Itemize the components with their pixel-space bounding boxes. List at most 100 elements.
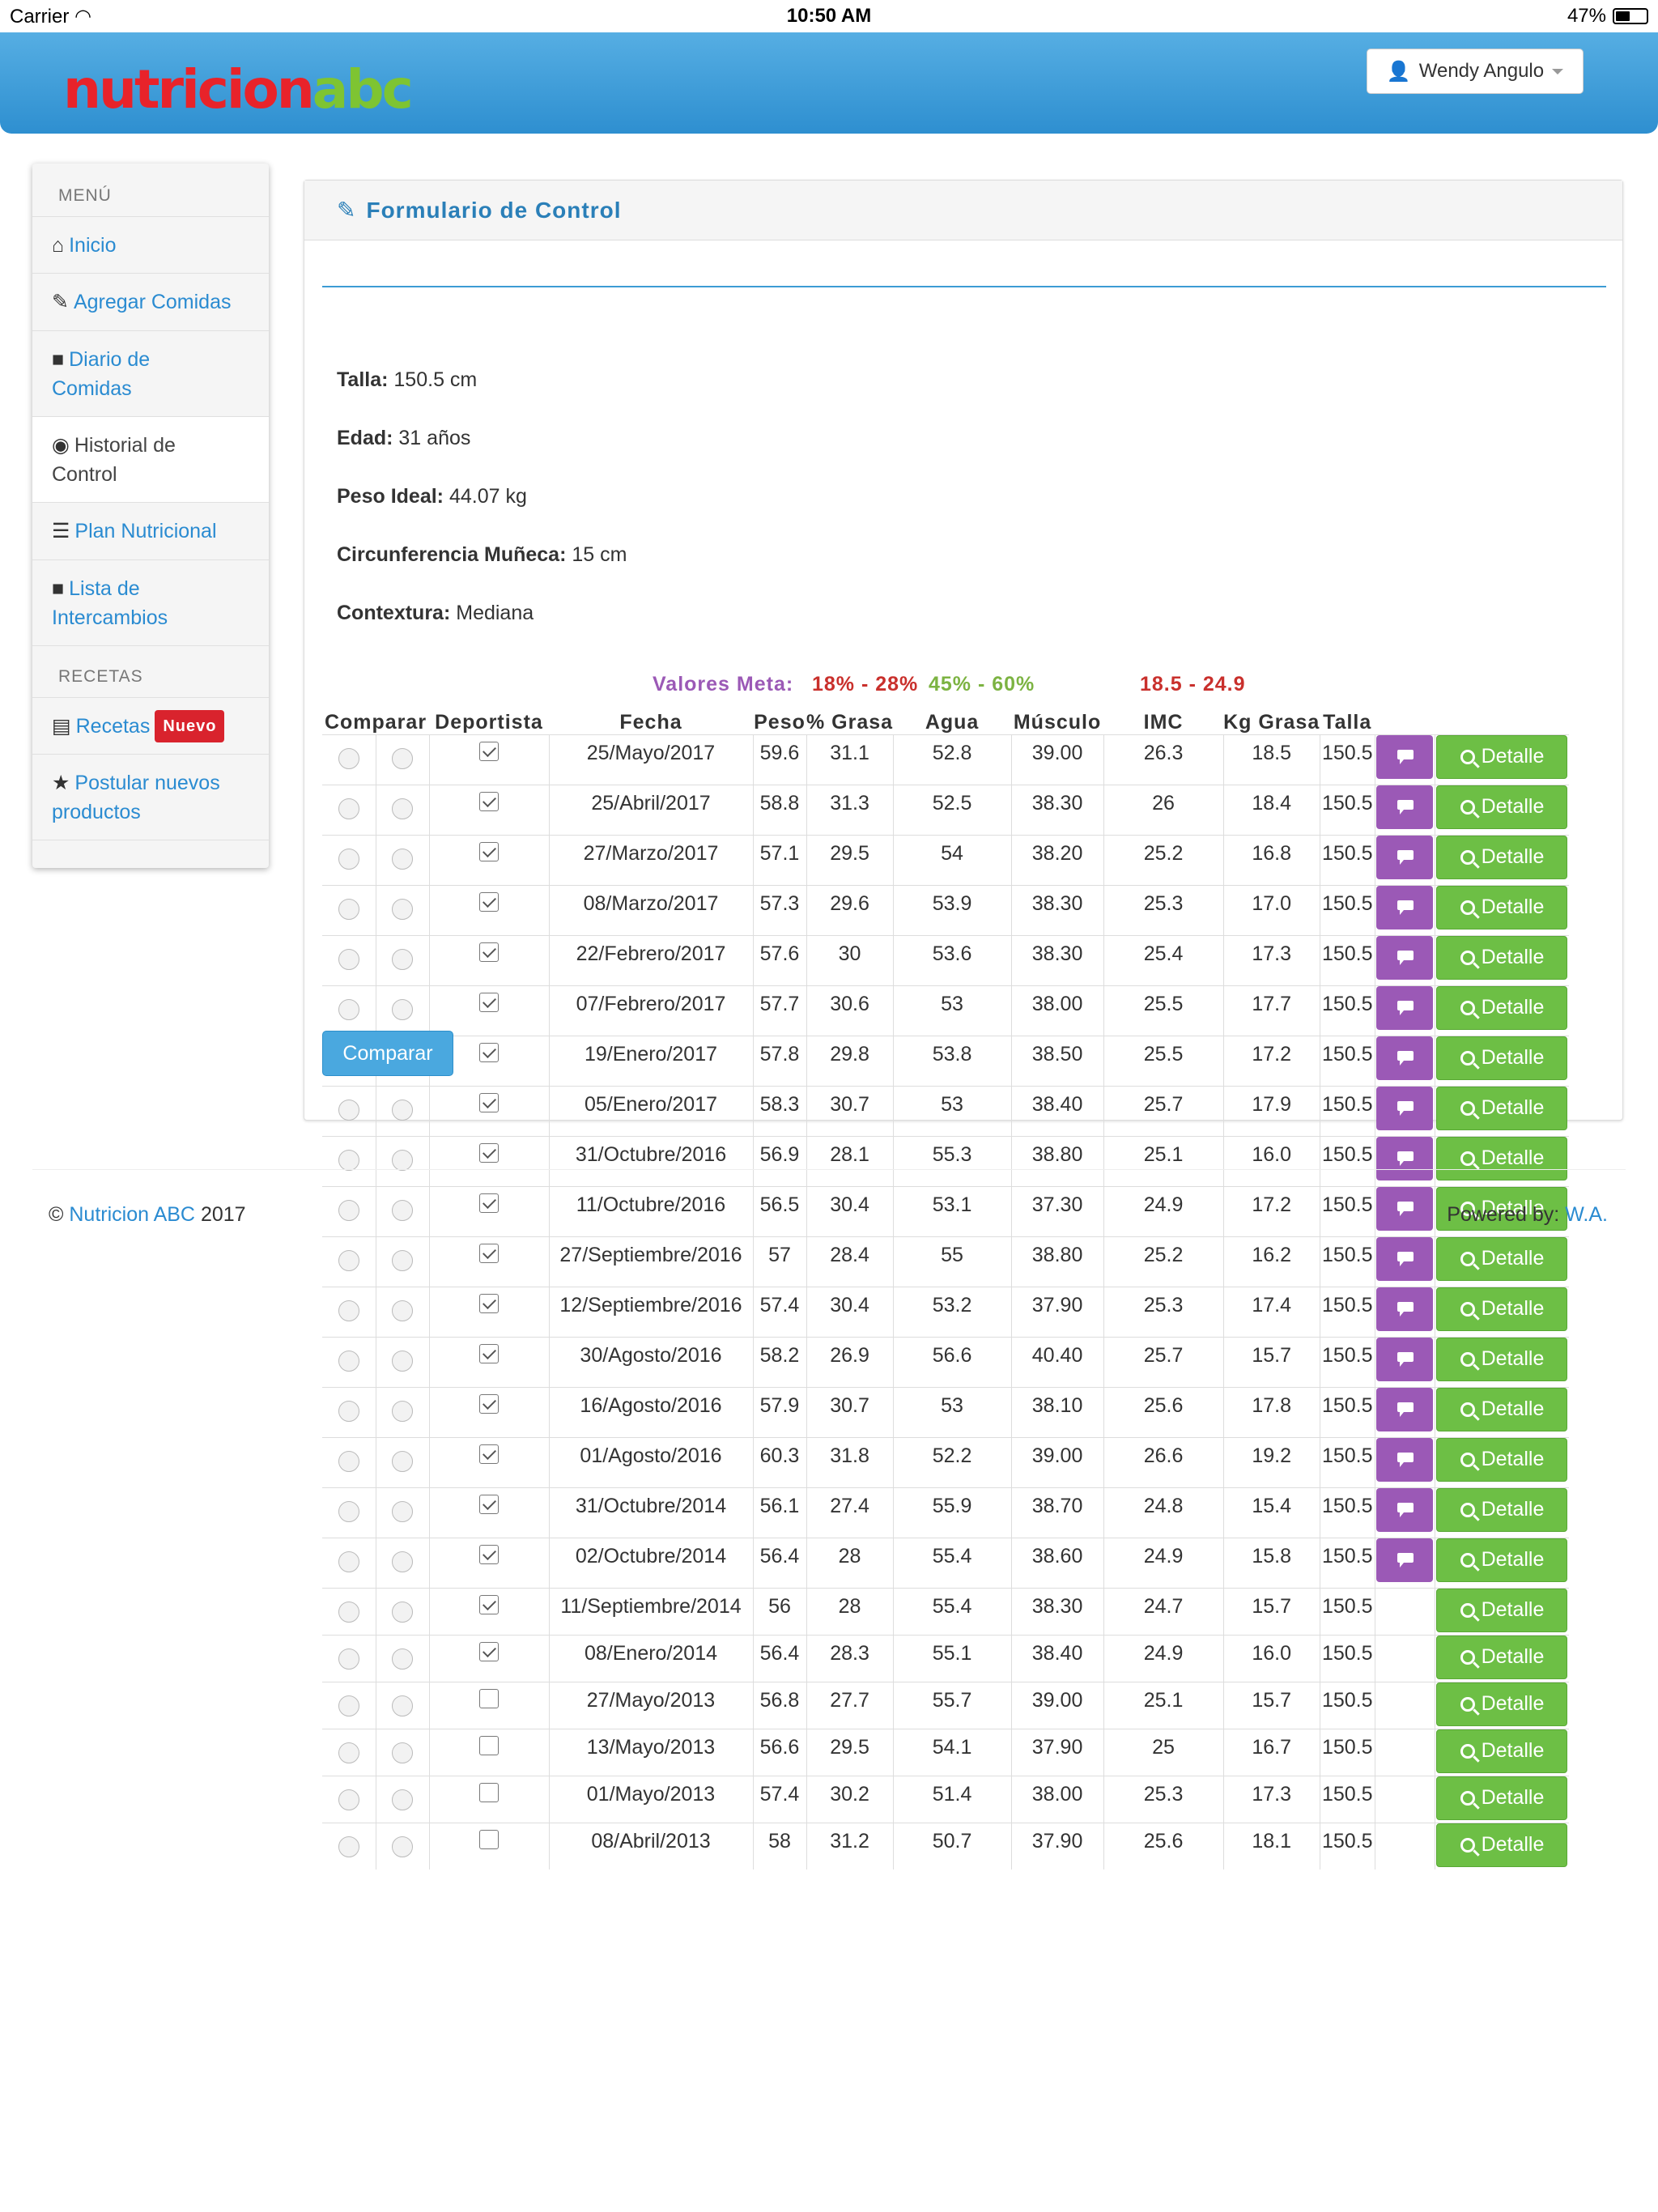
message-button[interactable] [1376,835,1434,879]
compare-radio-b[interactable] [392,1300,413,1321]
compare-radio-a[interactable] [338,1199,359,1221]
compare-radio-a[interactable] [338,1695,359,1716]
detail-button[interactable]: Detalle [1436,1337,1568,1381]
compare-radio-b[interactable] [392,1601,413,1623]
message-button[interactable] [1376,1487,1434,1532]
detail-button[interactable]: Detalle [1436,885,1568,929]
message-button[interactable] [1376,985,1434,1030]
deportista-checkbox[interactable] [479,1142,499,1163]
compare-radio-b[interactable] [392,1742,413,1763]
compare-radio-b[interactable] [392,948,413,970]
deportista-checkbox[interactable] [479,1092,499,1112]
message-button[interactable] [1376,1186,1434,1231]
detail-button[interactable]: Detalle [1436,1387,1568,1431]
compare-radio-a[interactable] [338,1601,359,1623]
compare-radio-b[interactable] [392,1789,413,1810]
compare-radio-a[interactable] [338,998,359,1020]
compare-radio-a[interactable] [338,898,359,920]
message-button[interactable] [1376,1136,1434,1180]
compare-radio-a[interactable] [338,1836,359,1857]
compare-button[interactable]: Comparar [322,1031,453,1076]
sidebar-item-plan-nutricional[interactable]: ☰ Plan Nutricional [32,503,269,560]
detail-button[interactable]: Detalle [1436,1487,1568,1532]
detail-button[interactable]: Detalle [1436,835,1568,879]
deportista-checkbox[interactable] [479,1243,499,1263]
compare-radio-b[interactable] [392,1199,413,1221]
compare-radio-a[interactable] [338,1500,359,1522]
message-button[interactable] [1376,1086,1434,1130]
message-button[interactable] [1376,1287,1434,1331]
user-menu-button[interactable]: 👤 Wendy Angulo [1367,49,1584,94]
deportista-checkbox[interactable] [479,1594,499,1614]
compare-radio-a[interactable] [338,1249,359,1271]
message-button[interactable] [1376,1337,1434,1381]
message-button[interactable] [1376,1437,1434,1482]
compare-radio-a[interactable] [338,848,359,870]
compare-radio-b[interactable] [392,1450,413,1472]
sidebar-item-historial-control[interactable]: ◉ Historial de Control [32,417,269,503]
deportista-checkbox[interactable] [479,1393,499,1414]
compare-radio-a[interactable] [338,1300,359,1321]
compare-radio-a[interactable] [338,1450,359,1472]
deportista-checkbox[interactable] [479,942,499,962]
compare-radio-b[interactable] [392,1400,413,1422]
compare-radio-b[interactable] [392,1648,413,1670]
detail-button[interactable]: Detalle [1436,1635,1568,1679]
deportista-checkbox[interactable] [479,1782,499,1802]
sidebar-item-lista-intercambios[interactable]: ■ Lista de Intercambios [32,560,269,646]
compare-radio-b[interactable] [392,1350,413,1372]
sidebar-item-postular-productos[interactable]: ★ Postular nuevos productos [32,755,269,840]
deportista-checkbox[interactable] [479,891,499,912]
compare-radio-a[interactable] [338,1099,359,1121]
message-button[interactable] [1376,1387,1434,1431]
deportista-checkbox[interactable] [479,992,499,1012]
deportista-checkbox[interactable] [479,1193,499,1213]
compare-radio-a[interactable] [338,798,359,819]
compare-radio-a[interactable] [338,1149,359,1171]
deportista-checkbox[interactable] [479,1444,499,1464]
deportista-checkbox[interactable] [479,741,499,761]
compare-radio-b[interactable] [392,1836,413,1857]
deportista-checkbox[interactable] [479,1042,499,1062]
detail-button[interactable]: Detalle [1436,1588,1568,1632]
message-button[interactable] [1376,1036,1434,1080]
deportista-checkbox[interactable] [479,1293,499,1313]
deportista-checkbox[interactable] [479,1641,499,1661]
sidebar-item-diario-comidas[interactable]: ■ Diario de Comidas [32,331,269,417]
compare-radio-a[interactable] [338,747,359,769]
message-button[interactable] [1376,734,1434,779]
detail-button[interactable]: Detalle [1436,1086,1568,1130]
detail-button[interactable]: Detalle [1436,1538,1568,1582]
compare-radio-b[interactable] [392,747,413,769]
detail-button[interactable]: Detalle [1436,1136,1568,1180]
detail-button[interactable]: Detalle [1436,985,1568,1030]
compare-radio-a[interactable] [338,1400,359,1422]
compare-radio-b[interactable] [392,998,413,1020]
deportista-checkbox[interactable] [479,1829,499,1849]
deportista-checkbox[interactable] [479,791,499,811]
compare-radio-a[interactable] [338,1789,359,1810]
compare-radio-b[interactable] [392,1149,413,1171]
detail-button[interactable]: Detalle [1436,1776,1568,1820]
deportista-checkbox[interactable] [479,1343,499,1363]
detail-button[interactable]: Detalle [1436,1437,1568,1482]
message-button[interactable] [1376,1236,1434,1281]
deportista-checkbox[interactable] [479,841,499,861]
sidebar-item-inicio[interactable]: ⌂ Inicio [32,217,269,274]
message-button[interactable] [1376,885,1434,929]
compare-radio-b[interactable] [392,1099,413,1121]
compare-radio-b[interactable] [392,1551,413,1572]
detail-button[interactable]: Detalle [1436,1236,1568,1281]
message-button[interactable] [1376,935,1434,980]
logo[interactable]: nutricionabc [63,58,414,121]
deportista-checkbox[interactable] [479,1544,499,1564]
deportista-checkbox[interactable] [479,1494,499,1514]
compare-radio-b[interactable] [392,1695,413,1716]
message-button[interactable] [1376,785,1434,829]
compare-radio-a[interactable] [338,1350,359,1372]
compare-radio-b[interactable] [392,848,413,870]
footer-brand-link[interactable]: Nutricion ABC [69,1203,195,1226]
compare-radio-b[interactable] [392,1500,413,1522]
detail-button[interactable]: Detalle [1436,935,1568,980]
compare-radio-a[interactable] [338,1742,359,1763]
